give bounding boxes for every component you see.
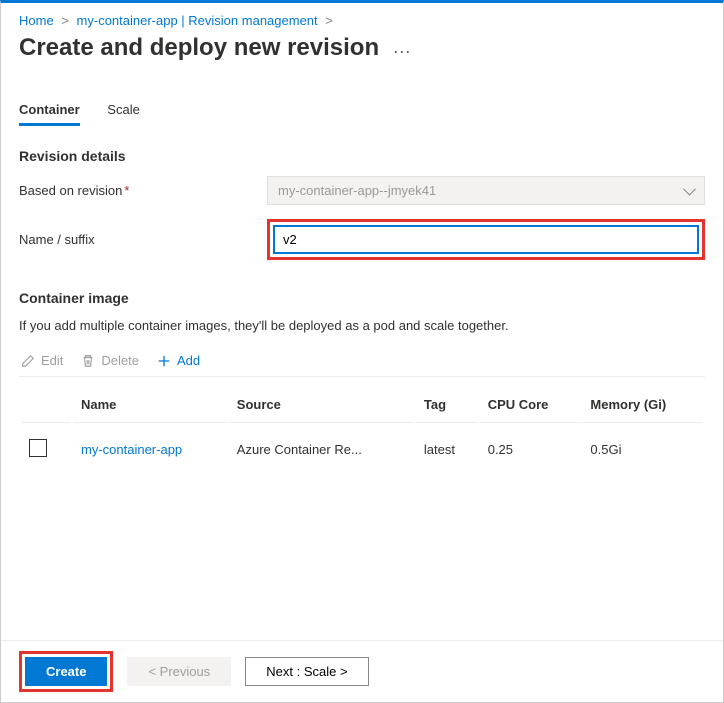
name-suffix-input[interactable] [273,225,699,254]
pencil-icon [21,354,35,368]
container-table: Name Source Tag CPU Core Memory (Gi) my-… [19,385,705,476]
col-source: Source [229,387,414,423]
row-checkbox[interactable] [29,439,47,457]
more-actions-button[interactable]: ··· [393,41,411,62]
col-tag: Tag [416,387,478,423]
based-on-revision-select[interactable]: my-container-app--jmyek41 [267,176,705,205]
add-button[interactable]: Add [155,351,202,370]
tabs: Container Scale [19,96,705,126]
revision-details-heading: Revision details [19,148,705,164]
breadcrumb: Home > my-container-app | Revision manag… [19,13,705,28]
tab-container[interactable]: Container [19,96,80,126]
create-button[interactable]: Create [25,657,107,686]
col-name: Name [73,387,227,423]
delete-button[interactable]: Delete [79,351,141,370]
breadcrumb-home[interactable]: Home [19,13,54,28]
edit-button[interactable]: Edit [19,351,65,370]
container-image-heading: Container image [19,290,705,306]
container-toolbar: Edit Delete Add [19,351,705,377]
container-memory: 0.5Gi [582,425,703,474]
based-on-revision-label: Based on revision* [19,183,267,198]
next-button[interactable]: Next : Scale > [245,657,368,686]
plus-icon [157,354,171,368]
container-image-note: If you add multiple container images, th… [19,318,705,333]
container-cpu: 0.25 [480,425,581,474]
name-suffix-label: Name / suffix [19,232,267,247]
tab-scale[interactable]: Scale [107,96,140,126]
chevron-right-icon: > [321,13,337,28]
container-tag: latest [416,425,478,474]
previous-button: < Previous [127,657,231,686]
chevron-right-icon: > [57,13,73,28]
trash-icon [81,354,95,368]
container-name-link[interactable]: my-container-app [81,442,182,457]
col-memory: Memory (Gi) [582,387,703,423]
col-cpu: CPU Core [480,387,581,423]
container-source: Azure Container Re... [229,425,414,474]
page-title: Create and deploy new revision [19,34,379,62]
table-row: my-container-app Azure Container Re... l… [21,425,703,474]
breadcrumb-app[interactable]: my-container-app | Revision management [77,13,318,28]
footer: Create < Previous Next : Scale > [1,640,723,702]
